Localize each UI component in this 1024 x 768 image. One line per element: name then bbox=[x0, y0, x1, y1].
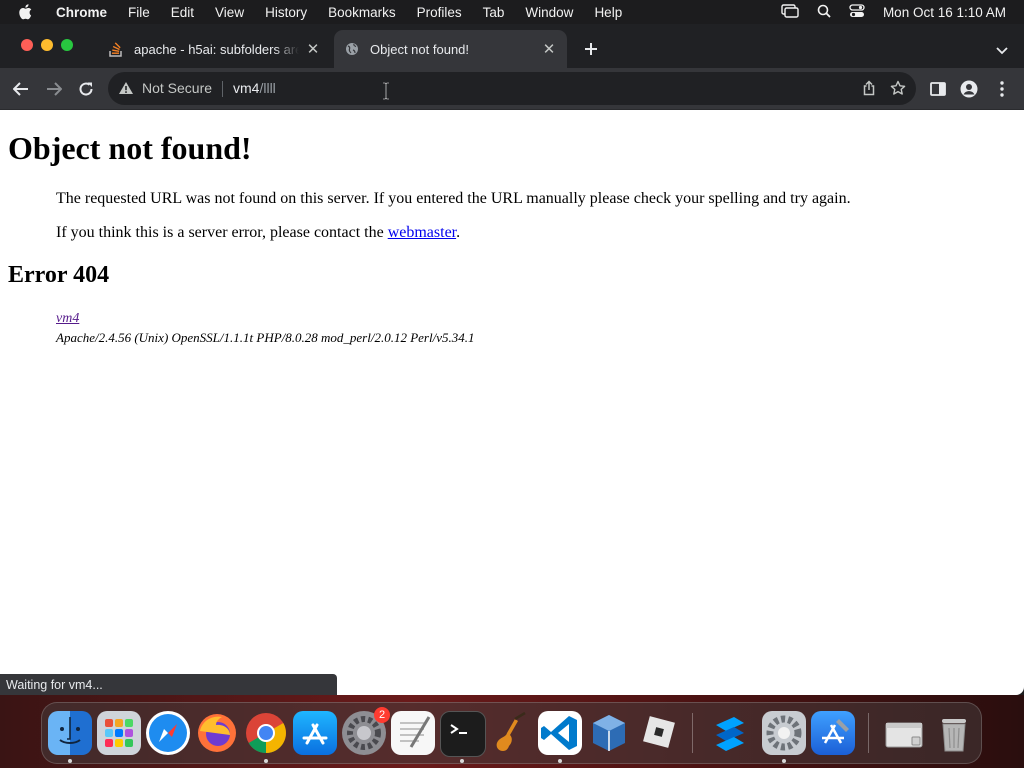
apple-menu-icon[interactable] bbox=[18, 4, 38, 20]
browser-toolbar: Not Secure vm4/llll bbox=[0, 68, 1024, 110]
url-text[interactable]: vm4/llll bbox=[233, 80, 276, 96]
not-secure-label[interactable]: Not Secure bbox=[142, 80, 212, 96]
menu-clock[interactable]: Mon Oct 16 1:10 AM bbox=[883, 5, 1006, 20]
webmaster-link[interactable]: webmaster bbox=[388, 224, 456, 241]
status-bubble: Waiting for vm4... bbox=[0, 674, 337, 695]
web-page: Object not found! The requested URL was … bbox=[0, 110, 1024, 695]
more-menu-icon[interactable] bbox=[991, 78, 1013, 100]
downloads-stack-icon[interactable] bbox=[882, 711, 926, 755]
launchpad-icon[interactable] bbox=[97, 711, 141, 755]
stack-overflow-icon bbox=[108, 41, 124, 57]
dock: 2 bbox=[41, 702, 982, 764]
menu-edit[interactable]: Edit bbox=[171, 5, 194, 20]
safari-icon[interactable] bbox=[146, 711, 190, 755]
menu-bar: Chrome File Edit View History Bookmarks … bbox=[0, 0, 1024, 24]
tab-strip: apache - h5ai: subfolders are ✕ Object n… bbox=[0, 24, 1024, 68]
tab-object-not-found[interactable]: Object not found! ✕ bbox=[334, 30, 567, 68]
profile-avatar-icon[interactable] bbox=[958, 78, 980, 100]
tab-title: Object not found! bbox=[370, 41, 470, 57]
new-tab-button[interactable] bbox=[584, 40, 598, 58]
textedit-icon[interactable] bbox=[391, 711, 435, 755]
window-minimize-button[interactable] bbox=[41, 39, 53, 51]
address-bar[interactable]: Not Secure vm4/llll bbox=[108, 72, 916, 105]
running-indicator bbox=[558, 759, 562, 763]
error-code-heading: Error 404 bbox=[8, 262, 110, 288]
dock-divider bbox=[868, 713, 869, 753]
finder-icon[interactable] bbox=[48, 711, 92, 755]
screen-mirroring-icon[interactable] bbox=[781, 3, 799, 21]
vscode-icon[interactable] bbox=[538, 711, 582, 755]
running-indicator bbox=[68, 759, 72, 763]
window-zoom-button[interactable] bbox=[61, 39, 73, 51]
terminal-icon[interactable] bbox=[440, 711, 486, 757]
server-address: vm4 bbox=[56, 311, 79, 327]
menu-app-chrome[interactable]: Chrome bbox=[56, 5, 107, 20]
url-host: vm4 bbox=[233, 80, 260, 96]
back-arrow-icon[interactable] bbox=[10, 78, 32, 100]
window-close-button[interactable] bbox=[21, 39, 33, 51]
running-indicator bbox=[460, 759, 464, 763]
xcode-icon[interactable] bbox=[811, 711, 855, 755]
share-icon[interactable] bbox=[862, 80, 876, 101]
trash-icon[interactable] bbox=[932, 711, 976, 755]
settings-gear-icon[interactable] bbox=[762, 711, 806, 755]
spotlight-search-icon[interactable] bbox=[817, 4, 831, 21]
menu-tab[interactable]: Tab bbox=[483, 5, 505, 20]
dock-divider bbox=[692, 713, 693, 753]
firefox-icon[interactable] bbox=[195, 711, 239, 755]
roblox-studio-icon[interactable] bbox=[708, 711, 752, 755]
control-center-icon[interactable] bbox=[849, 3, 865, 21]
omnibox-divider bbox=[222, 81, 223, 97]
menu-view[interactable]: View bbox=[215, 5, 244, 20]
reload-icon[interactable] bbox=[75, 78, 97, 100]
contact-message-suffix: . bbox=[456, 224, 461, 241]
tab-search-chevron-icon[interactable] bbox=[996, 42, 1008, 60]
menu-help[interactable]: Help bbox=[594, 5, 622, 20]
roblox-icon[interactable] bbox=[636, 711, 680, 755]
menu-history[interactable]: History bbox=[265, 5, 307, 20]
menu-profiles[interactable]: Profiles bbox=[417, 5, 462, 20]
app-store-icon[interactable] bbox=[293, 711, 337, 755]
not-found-message: The requested URL was not found on this … bbox=[56, 190, 851, 207]
side-panel-icon[interactable] bbox=[927, 78, 949, 100]
tab-close-icon[interactable]: ✕ bbox=[305, 41, 321, 58]
warning-triangle-icon[interactable] bbox=[118, 81, 134, 100]
text-cursor-icon bbox=[383, 82, 389, 100]
forward-arrow-icon[interactable] bbox=[43, 78, 65, 100]
url-path: /llll bbox=[259, 80, 276, 96]
virtualbox-icon[interactable] bbox=[587, 711, 631, 755]
contact-message: If you think this is a server error, ple… bbox=[56, 224, 460, 242]
menu-file[interactable]: File bbox=[128, 5, 150, 20]
server-signature: Apache/2.4.56 (Unix) OpenSSL/1.1.1t PHP/… bbox=[56, 330, 475, 345]
menu-bookmarks[interactable]: Bookmarks bbox=[328, 5, 396, 20]
garageband-icon[interactable] bbox=[489, 711, 533, 755]
tab-close-icon[interactable]: ✕ bbox=[541, 41, 557, 58]
notification-badge: 2 bbox=[374, 707, 390, 723]
tab-apache-h5ai[interactable]: apache - h5ai: subfolders are ✕ bbox=[98, 30, 331, 68]
chrome-icon[interactable] bbox=[244, 711, 288, 755]
menu-window[interactable]: Window bbox=[525, 5, 573, 20]
contact-message-prefix: If you think this is a server error, ple… bbox=[56, 224, 388, 241]
running-indicator bbox=[264, 759, 268, 763]
page-title: Object not found! bbox=[8, 130, 252, 166]
tab-title: apache - h5ai: subfolders are bbox=[134, 41, 299, 57]
bookmark-star-icon[interactable] bbox=[890, 80, 906, 101]
globe-icon bbox=[344, 41, 360, 57]
running-indicator bbox=[782, 759, 786, 763]
server-host-link[interactable]: vm4 bbox=[56, 311, 79, 326]
